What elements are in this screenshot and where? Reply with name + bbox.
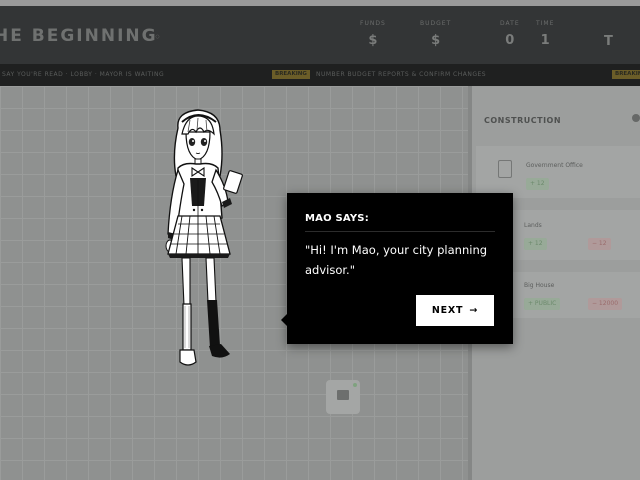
status-dot	[353, 383, 357, 387]
stat-value: $	[431, 33, 441, 48]
stat-funds: FUNDS $	[360, 20, 386, 48]
building-icon	[498, 160, 512, 178]
card-name: Lands	[524, 222, 542, 229]
ticker-tag: BREAKING	[272, 70, 310, 79]
ticker-item: SAY YOU'RE READ · LOBBY · MAYOR IS WAITI…	[2, 71, 165, 78]
speaker-name: MAO SAYS:	[305, 213, 369, 224]
card-pill: + 12	[524, 238, 547, 250]
construction-card[interactable]: Government Office + 12	[476, 146, 640, 198]
sidebar-menu-icon[interactable]	[632, 114, 640, 122]
stat-time: TIME 1	[536, 20, 554, 48]
stat-value: 0	[505, 33, 515, 48]
settings-icon[interactable]: T	[604, 34, 613, 49]
ticker-item: NUMBER BUDGET REPORTS & CONFIRM CHANGES	[316, 71, 487, 78]
title-edit-icon[interactable]: ◦	[154, 30, 161, 44]
card-name: Big House	[524, 282, 555, 289]
building-tile[interactable]	[326, 380, 360, 414]
advisor-dialog: MAO SAYS: "Hi! I'm Mao, your city planni…	[281, 193, 513, 344]
card-name: Government Office	[526, 162, 583, 169]
stat-value: $	[368, 33, 378, 48]
card-pill: + 12	[526, 178, 549, 190]
right-arrow-icon: →	[469, 305, 479, 316]
stat-label: DATE	[500, 20, 520, 27]
card-pill: + PUBLIC	[524, 298, 561, 310]
city-title: HE BEGINNING	[0, 26, 158, 46]
stat-label: TIME	[536, 20, 555, 27]
stat-value: 1	[540, 33, 550, 48]
advisor-character	[165, 109, 243, 366]
ticker-tag: BREAKING	[612, 70, 640, 79]
dialog-message: "Hi! I'm Mao, your city planning advisor…	[305, 243, 488, 277]
next-button-label: NEXT	[431, 305, 464, 316]
stat-label: BUDGET	[420, 20, 452, 27]
stat-date: DATE 0	[500, 20, 520, 48]
stat-budget: BUDGET $	[420, 20, 451, 48]
sidebar-heading: CONSTRUCTION	[484, 116, 562, 125]
building-icon	[337, 390, 349, 400]
top-bar: HE BEGINNING ◦ FUNDS $ BUDGET $ DATE 0 T…	[0, 0, 640, 64]
card-pill: − 12000	[588, 298, 623, 310]
dialog-divider	[305, 231, 495, 232]
next-button[interactable]: NEXT →	[416, 295, 494, 326]
stat-label: FUNDS	[360, 20, 386, 27]
card-pill: − 12	[588, 238, 611, 250]
news-ticker: SAY YOU'RE READ · LOBBY · MAYOR IS WAITI…	[0, 64, 640, 86]
